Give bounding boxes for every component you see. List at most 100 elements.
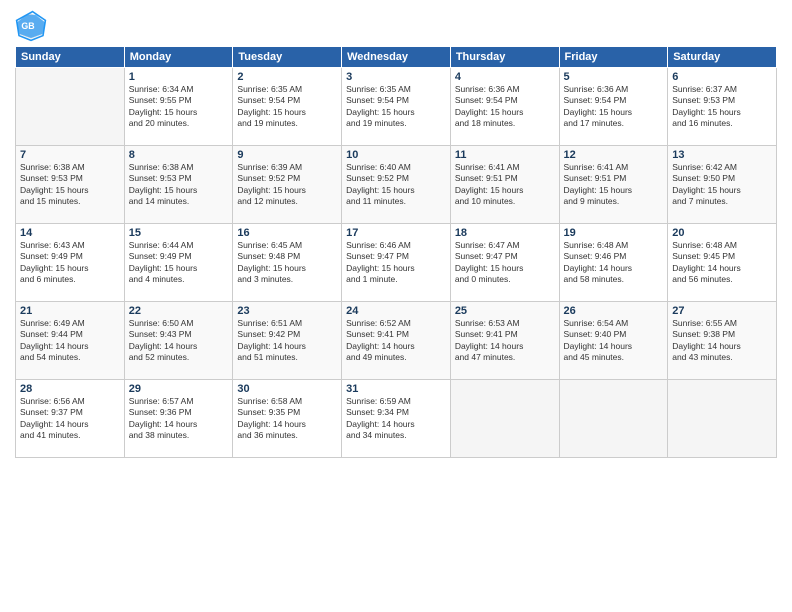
day-number: 28 bbox=[20, 383, 120, 395]
day-cell bbox=[668, 380, 777, 458]
header-row: SundayMondayTuesdayWednesdayThursdayFrid… bbox=[16, 47, 777, 68]
logo: GB bbox=[15, 10, 51, 42]
day-number: 12 bbox=[564, 149, 664, 161]
day-info: Sunrise: 6:39 AM Sunset: 9:52 PM Dayligh… bbox=[237, 162, 337, 208]
header-cell-friday: Friday bbox=[559, 47, 668, 68]
week-row-3: 14Sunrise: 6:43 AM Sunset: 9:49 PM Dayli… bbox=[16, 224, 777, 302]
day-number: 2 bbox=[237, 71, 337, 83]
day-info: Sunrise: 6:52 AM Sunset: 9:41 PM Dayligh… bbox=[346, 318, 446, 364]
day-info: Sunrise: 6:48 AM Sunset: 9:45 PM Dayligh… bbox=[672, 240, 772, 286]
day-info: Sunrise: 6:51 AM Sunset: 9:42 PM Dayligh… bbox=[237, 318, 337, 364]
day-number: 19 bbox=[564, 227, 664, 239]
day-info: Sunrise: 6:42 AM Sunset: 9:50 PM Dayligh… bbox=[672, 162, 772, 208]
day-cell: 4Sunrise: 6:36 AM Sunset: 9:54 PM Daylig… bbox=[450, 68, 559, 146]
day-cell: 2Sunrise: 6:35 AM Sunset: 9:54 PM Daylig… bbox=[233, 68, 342, 146]
day-info: Sunrise: 6:47 AM Sunset: 9:47 PM Dayligh… bbox=[455, 240, 555, 286]
day-number: 22 bbox=[129, 305, 229, 317]
day-number: 18 bbox=[455, 227, 555, 239]
header-cell-monday: Monday bbox=[124, 47, 233, 68]
page: GB SundayMondayTuesdayWednesdayThursdayF… bbox=[0, 0, 792, 612]
day-number: 27 bbox=[672, 305, 772, 317]
day-cell: 15Sunrise: 6:44 AM Sunset: 9:49 PM Dayli… bbox=[124, 224, 233, 302]
logo-icon: GB bbox=[15, 10, 47, 42]
day-info: Sunrise: 6:43 AM Sunset: 9:49 PM Dayligh… bbox=[20, 240, 120, 286]
day-number: 14 bbox=[20, 227, 120, 239]
day-number: 6 bbox=[672, 71, 772, 83]
day-cell: 25Sunrise: 6:53 AM Sunset: 9:41 PM Dayli… bbox=[450, 302, 559, 380]
day-info: Sunrise: 6:46 AM Sunset: 9:47 PM Dayligh… bbox=[346, 240, 446, 286]
day-number: 23 bbox=[237, 305, 337, 317]
day-cell: 3Sunrise: 6:35 AM Sunset: 9:54 PM Daylig… bbox=[342, 68, 451, 146]
day-number: 15 bbox=[129, 227, 229, 239]
day-cell: 10Sunrise: 6:40 AM Sunset: 9:52 PM Dayli… bbox=[342, 146, 451, 224]
day-number: 20 bbox=[672, 227, 772, 239]
day-info: Sunrise: 6:35 AM Sunset: 9:54 PM Dayligh… bbox=[237, 84, 337, 130]
day-cell: 24Sunrise: 6:52 AM Sunset: 9:41 PM Dayli… bbox=[342, 302, 451, 380]
week-row-2: 7Sunrise: 6:38 AM Sunset: 9:53 PM Daylig… bbox=[16, 146, 777, 224]
day-info: Sunrise: 6:41 AM Sunset: 9:51 PM Dayligh… bbox=[564, 162, 664, 208]
day-cell: 7Sunrise: 6:38 AM Sunset: 9:53 PM Daylig… bbox=[16, 146, 125, 224]
svg-text:GB: GB bbox=[21, 21, 34, 31]
day-info: Sunrise: 6:49 AM Sunset: 9:44 PM Dayligh… bbox=[20, 318, 120, 364]
day-info: Sunrise: 6:38 AM Sunset: 9:53 PM Dayligh… bbox=[129, 162, 229, 208]
header-cell-sunday: Sunday bbox=[16, 47, 125, 68]
header: GB bbox=[15, 10, 777, 42]
day-number: 17 bbox=[346, 227, 446, 239]
day-cell: 19Sunrise: 6:48 AM Sunset: 9:46 PM Dayli… bbox=[559, 224, 668, 302]
day-info: Sunrise: 6:48 AM Sunset: 9:46 PM Dayligh… bbox=[564, 240, 664, 286]
day-cell: 11Sunrise: 6:41 AM Sunset: 9:51 PM Dayli… bbox=[450, 146, 559, 224]
header-cell-wednesday: Wednesday bbox=[342, 47, 451, 68]
day-number: 24 bbox=[346, 305, 446, 317]
day-info: Sunrise: 6:56 AM Sunset: 9:37 PM Dayligh… bbox=[20, 396, 120, 442]
day-number: 30 bbox=[237, 383, 337, 395]
week-row-1: 1Sunrise: 6:34 AM Sunset: 9:55 PM Daylig… bbox=[16, 68, 777, 146]
day-number: 21 bbox=[20, 305, 120, 317]
header-cell-thursday: Thursday bbox=[450, 47, 559, 68]
day-number: 11 bbox=[455, 149, 555, 161]
day-info: Sunrise: 6:45 AM Sunset: 9:48 PM Dayligh… bbox=[237, 240, 337, 286]
day-cell bbox=[559, 380, 668, 458]
header-cell-tuesday: Tuesday bbox=[233, 47, 342, 68]
header-cell-saturday: Saturday bbox=[668, 47, 777, 68]
day-info: Sunrise: 6:59 AM Sunset: 9:34 PM Dayligh… bbox=[346, 396, 446, 442]
day-info: Sunrise: 6:40 AM Sunset: 9:52 PM Dayligh… bbox=[346, 162, 446, 208]
day-cell: 12Sunrise: 6:41 AM Sunset: 9:51 PM Dayli… bbox=[559, 146, 668, 224]
day-number: 4 bbox=[455, 71, 555, 83]
day-number: 26 bbox=[564, 305, 664, 317]
calendar-table: SundayMondayTuesdayWednesdayThursdayFrid… bbox=[15, 46, 777, 458]
day-cell: 13Sunrise: 6:42 AM Sunset: 9:50 PM Dayli… bbox=[668, 146, 777, 224]
day-number: 31 bbox=[346, 383, 446, 395]
day-number: 8 bbox=[129, 149, 229, 161]
day-cell: 29Sunrise: 6:57 AM Sunset: 9:36 PM Dayli… bbox=[124, 380, 233, 458]
week-row-5: 28Sunrise: 6:56 AM Sunset: 9:37 PM Dayli… bbox=[16, 380, 777, 458]
day-info: Sunrise: 6:53 AM Sunset: 9:41 PM Dayligh… bbox=[455, 318, 555, 364]
day-cell: 9Sunrise: 6:39 AM Sunset: 9:52 PM Daylig… bbox=[233, 146, 342, 224]
day-number: 7 bbox=[20, 149, 120, 161]
day-info: Sunrise: 6:58 AM Sunset: 9:35 PM Dayligh… bbox=[237, 396, 337, 442]
day-info: Sunrise: 6:36 AM Sunset: 9:54 PM Dayligh… bbox=[564, 84, 664, 130]
day-info: Sunrise: 6:35 AM Sunset: 9:54 PM Dayligh… bbox=[346, 84, 446, 130]
day-number: 25 bbox=[455, 305, 555, 317]
day-number: 13 bbox=[672, 149, 772, 161]
day-cell: 26Sunrise: 6:54 AM Sunset: 9:40 PM Dayli… bbox=[559, 302, 668, 380]
day-cell: 17Sunrise: 6:46 AM Sunset: 9:47 PM Dayli… bbox=[342, 224, 451, 302]
day-number: 3 bbox=[346, 71, 446, 83]
day-info: Sunrise: 6:44 AM Sunset: 9:49 PM Dayligh… bbox=[129, 240, 229, 286]
day-cell: 6Sunrise: 6:37 AM Sunset: 9:53 PM Daylig… bbox=[668, 68, 777, 146]
day-cell: 1Sunrise: 6:34 AM Sunset: 9:55 PM Daylig… bbox=[124, 68, 233, 146]
day-cell: 31Sunrise: 6:59 AM Sunset: 9:34 PM Dayli… bbox=[342, 380, 451, 458]
day-cell: 18Sunrise: 6:47 AM Sunset: 9:47 PM Dayli… bbox=[450, 224, 559, 302]
day-cell bbox=[450, 380, 559, 458]
day-info: Sunrise: 6:34 AM Sunset: 9:55 PM Dayligh… bbox=[129, 84, 229, 130]
day-cell: 5Sunrise: 6:36 AM Sunset: 9:54 PM Daylig… bbox=[559, 68, 668, 146]
day-info: Sunrise: 6:37 AM Sunset: 9:53 PM Dayligh… bbox=[672, 84, 772, 130]
day-cell: 22Sunrise: 6:50 AM Sunset: 9:43 PM Dayli… bbox=[124, 302, 233, 380]
day-info: Sunrise: 6:54 AM Sunset: 9:40 PM Dayligh… bbox=[564, 318, 664, 364]
day-number: 10 bbox=[346, 149, 446, 161]
day-info: Sunrise: 6:55 AM Sunset: 9:38 PM Dayligh… bbox=[672, 318, 772, 364]
week-row-4: 21Sunrise: 6:49 AM Sunset: 9:44 PM Dayli… bbox=[16, 302, 777, 380]
day-cell: 14Sunrise: 6:43 AM Sunset: 9:49 PM Dayli… bbox=[16, 224, 125, 302]
day-cell: 16Sunrise: 6:45 AM Sunset: 9:48 PM Dayli… bbox=[233, 224, 342, 302]
day-info: Sunrise: 6:38 AM Sunset: 9:53 PM Dayligh… bbox=[20, 162, 120, 208]
day-cell: 21Sunrise: 6:49 AM Sunset: 9:44 PM Dayli… bbox=[16, 302, 125, 380]
